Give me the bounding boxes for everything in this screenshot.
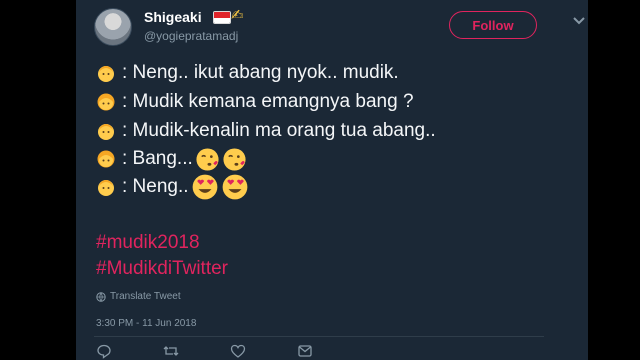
indonesia-flag-icon <box>213 11 231 24</box>
heart-eyes-face-icon <box>222 174 247 200</box>
like-icon[interactable] <box>230 343 246 359</box>
avatar[interactable] <box>94 8 132 46</box>
tweet-line-text: : Bang... <box>122 148 193 169</box>
tweet-line-3: : Mudik-kenalin ma orang tua abang.. <box>96 118 436 144</box>
globe-icon <box>96 291 106 302</box>
face-blowing-kiss-icon <box>223 147 246 171</box>
man-emoji-icon <box>98 180 114 196</box>
user-handle[interactable]: @yogiepratamadj <box>144 29 238 43</box>
man-emoji-icon <box>98 66 114 82</box>
chevron-down-icon[interactable] <box>572 16 586 26</box>
raised-hand-icon: ✍ <box>231 7 244 24</box>
translate-label: Translate Tweet <box>110 291 181 302</box>
tweet-line-text: : Neng.. ikut abang nyok.. mudik. <box>122 62 399 83</box>
tweet-line-text: : Neng.. <box>122 176 189 197</box>
tweet-line-5: : Neng.. <box>96 174 249 200</box>
tweet-line-text: : Mudik kemana emangnya bang ? <box>122 91 414 112</box>
message-icon[interactable] <box>297 343 313 359</box>
reply-icon[interactable] <box>96 343 112 359</box>
retweet-icon[interactable] <box>163 343 179 359</box>
woman-emoji-icon <box>97 150 115 168</box>
tweet-line-1: : Neng.. ikut abang nyok.. mudik. <box>96 60 399 86</box>
woman-emoji-icon <box>97 93 115 111</box>
follow-button[interactable]: Follow <box>449 11 537 39</box>
hashtag-link[interactable]: #mudik2018 <box>96 232 200 254</box>
tweet-line-text: : Mudik-kenalin ma orang tua abang.. <box>122 120 436 141</box>
hashtag-link[interactable]: #MudikdiTwitter <box>96 258 228 280</box>
face-blowing-kiss-icon <box>196 147 219 171</box>
man-emoji-icon <box>98 124 114 140</box>
user-name[interactable]: Shigeaki <box>144 9 202 25</box>
tweet-line-2: : Mudik kemana emangnya bang ? <box>96 89 414 115</box>
divider <box>94 336 544 337</box>
timestamp[interactable]: 3:30 PM - 11 Jun 2018 <box>96 318 196 329</box>
translate-tweet-link[interactable]: Translate Tweet <box>96 291 181 302</box>
heart-eyes-face-icon <box>192 174 217 200</box>
tweet-line-4: : Bang... <box>96 146 247 172</box>
